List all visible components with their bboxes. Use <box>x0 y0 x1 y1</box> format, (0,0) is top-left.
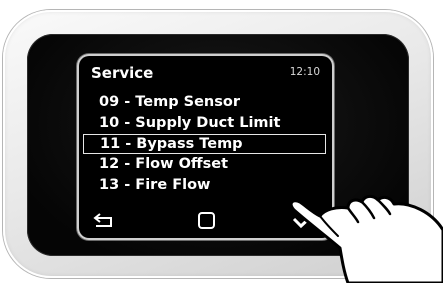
service-menu: 09 - Temp Sensor 10 - Supply Duct Limit … <box>79 92 332 196</box>
clock: 12:10 <box>289 66 320 78</box>
square-home-icon <box>198 212 215 229</box>
pointing-hand-icon <box>289 194 443 283</box>
menu-item-bypass-temp[interactable]: 11 - Bypass Temp <box>83 134 326 154</box>
menu-item-temp-sensor[interactable]: 09 - Temp Sensor <box>79 92 332 113</box>
back-button[interactable] <box>91 210 117 232</box>
page-title: Service <box>91 64 154 82</box>
status-bar: Service 12:10 <box>79 56 332 86</box>
home-button[interactable] <box>193 210 219 232</box>
menu-item-flow-offset[interactable]: 12 - Flow Offset <box>79 154 332 175</box>
back-arrow-icon <box>93 213 112 227</box>
menu-item-supply-duct-limit[interactable]: 10 - Supply Duct Limit <box>79 113 332 134</box>
